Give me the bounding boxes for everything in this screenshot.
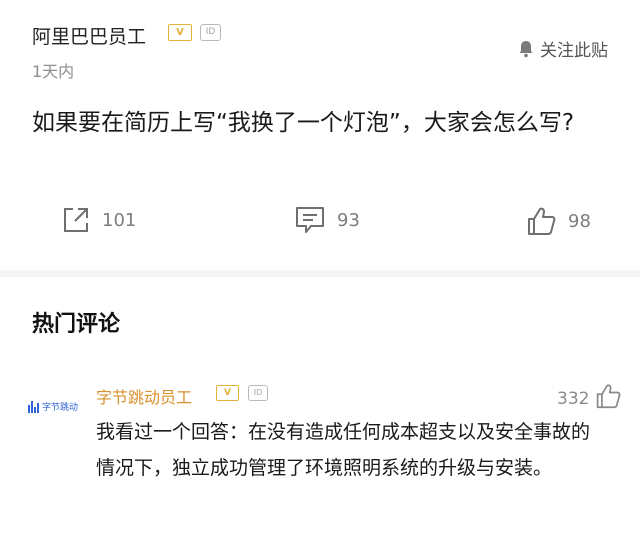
post-author[interactable]: 阿里巴巴员工 xyxy=(32,22,146,49)
comment-text: 我看过一个回答：在没有造成任何成本超支以及安全事故的情况下，独立成功管理了环境照… xyxy=(96,421,591,479)
section-divider xyxy=(0,270,640,277)
share-count: 101 xyxy=(102,209,137,231)
thumbs-up-icon xyxy=(526,206,556,236)
verified-badge: V xyxy=(168,24,192,41)
like-count: 98 xyxy=(568,210,591,232)
comment-button[interactable]: 93 xyxy=(295,206,360,234)
avatar-label: 字节跳动 xyxy=(42,403,79,413)
comment-like-button[interactable]: 332 xyxy=(557,383,621,414)
post-content: 如果要在简历上写“我换了一个灯泡”，大家会怎么写? xyxy=(32,110,575,136)
bell-icon xyxy=(518,40,534,58)
follow-label: 关注此贴 xyxy=(540,41,608,61)
comment-author[interactable]: 字节跳动员工 xyxy=(96,384,192,408)
id-badge: ID xyxy=(248,385,268,401)
share-button[interactable]: 101 xyxy=(62,206,136,234)
id-badge: ID xyxy=(200,24,221,41)
comment-like-count: 332 xyxy=(557,388,590,409)
follow-button[interactable]: 关注此贴 xyxy=(518,36,608,61)
thumbs-up-icon xyxy=(595,383,621,414)
comment-icon xyxy=(295,206,325,234)
post-time: 1天内 xyxy=(32,62,75,81)
like-button[interactable]: 98 xyxy=(526,206,591,236)
hot-comments-title: 热门评论 xyxy=(32,312,121,337)
comment-count: 93 xyxy=(337,209,360,231)
share-icon xyxy=(62,206,90,234)
verified-badge: V xyxy=(216,385,239,401)
avatar[interactable]: 字节跳动 xyxy=(28,400,78,413)
bytedance-logo-icon xyxy=(28,400,39,413)
